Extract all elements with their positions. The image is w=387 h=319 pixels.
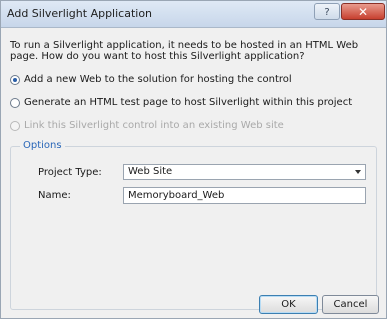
dialog-title: Add Silverlight Application: [7, 7, 153, 20]
name-label: Name:: [38, 190, 71, 201]
radio-button[interactable]: [10, 98, 20, 108]
name-input[interactable]: Memoryboard_Web: [123, 187, 366, 204]
radio-label: Link this Silverlight control into an ex…: [24, 120, 284, 131]
name-input-value[interactable]: Memoryboard_Web: [128, 190, 224, 201]
radio-button-disabled: [10, 121, 20, 131]
project-type-value: Web Site: [128, 166, 173, 177]
options-group-legend: Options: [20, 140, 65, 151]
close-icon: ✕: [357, 5, 369, 19]
intro-text: To run a Silverlight application, it nee…: [10, 40, 359, 62]
project-type-select[interactable]: Web Site: [123, 164, 366, 180]
radio-label: Add a new Web to the solution for hostin…: [24, 74, 292, 85]
add-silverlight-application-dialog: Add Silverlight Application ? ✕ To run a…: [0, 0, 387, 319]
help-icon: ?: [324, 7, 330, 18]
chevron-down-icon[interactable]: [355, 170, 361, 174]
radio-label: Generate an HTML test page to host Silve…: [24, 97, 353, 108]
cancel-button[interactable]: Cancel: [322, 295, 379, 314]
project-type-label: Project Type:: [38, 167, 102, 178]
help-button[interactable]: ?: [314, 3, 340, 20]
ok-button[interactable]: OK: [259, 295, 318, 314]
title-bar: Add Silverlight Application ? ✕: [1, 1, 386, 28]
close-button[interactable]: ✕: [341, 3, 385, 20]
radio-button-checked[interactable]: [10, 75, 20, 85]
